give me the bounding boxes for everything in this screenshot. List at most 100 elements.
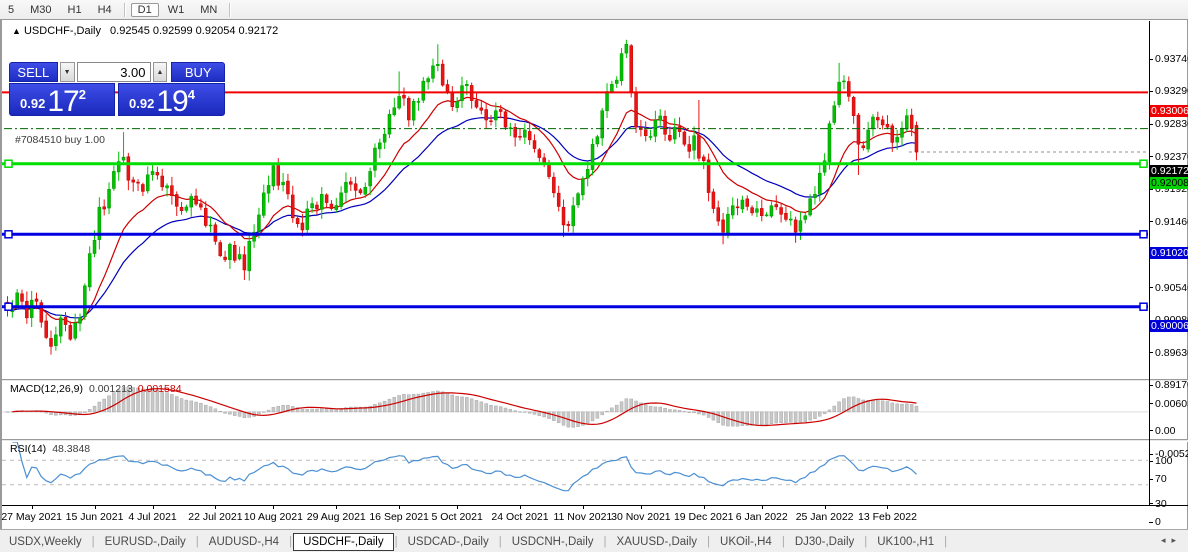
date-label: 13 Feb 2022 (857, 511, 917, 523)
date-label: 30 Nov 2021 (611, 511, 671, 523)
rsi-tick (1149, 478, 1153, 480)
macd-name: MACD(12,26,9) (10, 383, 83, 395)
date-tick (94, 506, 96, 509)
macd-tick (1149, 453, 1153, 455)
volume-input[interactable] (76, 62, 151, 82)
date-label: 24 Oct 2021 (491, 511, 549, 523)
price-badge-0.91020: 0.91020 (1150, 247, 1188, 260)
price-badge-0.92008: 0.92008 (1150, 176, 1188, 189)
buy-price-base: 0.92 (129, 96, 155, 111)
pane-separator-rsi[interactable] (2, 439, 1188, 442)
line-handle[interactable] (4, 159, 13, 168)
line-handle[interactable] (4, 230, 13, 239)
tab-divider: | (603, 535, 607, 548)
timeframe-button-h4[interactable]: H4 (91, 3, 119, 17)
buy-price-point: 4 (187, 87, 195, 102)
price-tick-label: 0.91460 (1155, 215, 1188, 228)
sell-price-pips: 17 (47, 85, 79, 118)
price-badge-0.92172: 0.92172 (1150, 165, 1188, 177)
rsi-tick (1149, 521, 1153, 523)
macd-tick-label: 0.00 (1155, 424, 1176, 437)
price-tick (1149, 156, 1153, 158)
scroll-right-icon: ▸ (1171, 535, 1182, 545)
tab-divider: | (781, 535, 785, 548)
collapse-arrow-icon[interactable]: ▲ (12, 26, 21, 36)
tab-divider: | (707, 535, 711, 548)
date-tick (640, 506, 642, 509)
date-label: 25 Jan 2022 (795, 511, 854, 523)
line-handle[interactable] (1139, 302, 1148, 311)
tab-usdchf-daily[interactable]: USDCHF-,Daily (293, 532, 394, 551)
date-tick (273, 506, 275, 509)
date-tick (703, 506, 705, 509)
tab-usdcnh-daily[interactable]: USDCNH-,Daily (503, 533, 603, 551)
pane-separator-macd[interactable] (2, 379, 1188, 382)
buy-button[interactable]: BUY (171, 62, 225, 82)
toolbar-separator (229, 2, 232, 17)
rsi-tick-label: 30 (1155, 497, 1167, 510)
date-label: 10 Aug 2021 (243, 511, 303, 523)
tab-usdcad-daily[interactable]: USDCAD-,Daily (399, 533, 498, 551)
line-handle[interactable] (1139, 230, 1148, 239)
volume-increase-button[interactable]: ▲ (152, 62, 168, 82)
sell-button[interactable]: SELL (9, 62, 58, 82)
tab-usdx-weekly[interactable]: USDX,Weekly (0, 533, 91, 551)
buy-price-display[interactable]: 0.92 19 4 (118, 83, 225, 118)
date-tick (824, 506, 826, 509)
line-handle[interactable] (1139, 159, 1148, 168)
price-tick-label: 0.92370 (1155, 150, 1188, 163)
tab-dj30-daily[interactable]: DJ30-,Daily (786, 533, 863, 551)
volume-decrease-button[interactable]: ▼ (59, 62, 75, 82)
timeframe-button-m30[interactable]: M30 (23, 3, 58, 17)
date-tick (457, 506, 459, 509)
tab-audusd-h4[interactable]: AUDUSD-,H4 (200, 533, 288, 551)
date-tick (761, 506, 763, 509)
date-label: 27 May 2021 (1, 511, 63, 523)
price-tick-label: 0.89630 (1155, 346, 1188, 359)
tab-xauusd-daily[interactable]: XAUUSD-,Daily (608, 533, 707, 551)
price-tick-label: 0.93290 (1155, 85, 1188, 98)
tab-divider: | (498, 535, 502, 548)
tab-uk100-h1[interactable]: UK100-,H1 (868, 533, 943, 551)
tab-scroll-arrows[interactable]: ◂▸ (1161, 535, 1182, 546)
buy-price-pips: 19 (156, 85, 188, 118)
tab-divider: | (91, 535, 95, 548)
date-tick (520, 506, 521, 509)
price-tick (1149, 287, 1153, 289)
date-label: 29 Aug 2021 (306, 511, 366, 523)
line-handle[interactable] (4, 302, 13, 311)
rsi-value: 48.3848 (52, 443, 91, 455)
tab-eurusd-daily[interactable]: EURUSD-,Daily (96, 533, 195, 551)
price-badge-0.90006: 0.90006 (1150, 319, 1188, 332)
macd-tick (1149, 430, 1153, 432)
date-axis-line (2, 505, 1188, 506)
timeframe-button-d1[interactable]: D1 (130, 2, 159, 17)
tab-divider: | (394, 535, 398, 548)
date-tick (399, 506, 401, 509)
macd-tick-label: 0.006038 (1155, 397, 1188, 410)
timeframe-button-w1[interactable]: W1 (161, 3, 192, 17)
rsi-tick-label: 0 (1155, 516, 1161, 528)
price-tick-label: 0.90540 (1155, 281, 1188, 294)
price-tick (1149, 123, 1153, 125)
rsi-tick (1149, 460, 1153, 462)
tab-ukoil-h4[interactable]: UKOil-,H4 (711, 533, 781, 551)
timeframe-button-h1[interactable]: H1 (61, 3, 89, 17)
price-badge-0.93006: 0.93006 (1150, 105, 1188, 118)
rsi-pane[interactable] (2, 441, 1148, 492)
rsi-tick (1149, 503, 1153, 505)
date-label: 6 Jan 2022 (735, 511, 788, 523)
symbol-period-label: USDCHF-,Daily (23, 25, 101, 37)
sell-price-display[interactable]: 0.92 17 2 (9, 83, 115, 118)
timeframe-button-mn[interactable]: MN (193, 3, 224, 17)
timeframe-button-5[interactable]: 5 (1, 3, 21, 17)
rsi-tick-label: 100 (1155, 455, 1173, 467)
price-tick (1149, 221, 1153, 223)
tab-divider: | (195, 535, 199, 548)
macd-header: MACD(12,26,9) 0.001213 0.001584 (10, 383, 182, 395)
timeframe-toolbar: 5 M30 H1 H4 D1 W1 MN (0, 0, 1188, 20)
rsi-name: RSI(14) (10, 443, 47, 455)
one-click-trading-panel: SELL ▼ ▲ BUY 0.92 17 2 0.92 19 4 (9, 62, 225, 118)
tab-divider: | (944, 535, 948, 548)
open-position-label: #7084510 buy 1.00 (15, 133, 105, 146)
